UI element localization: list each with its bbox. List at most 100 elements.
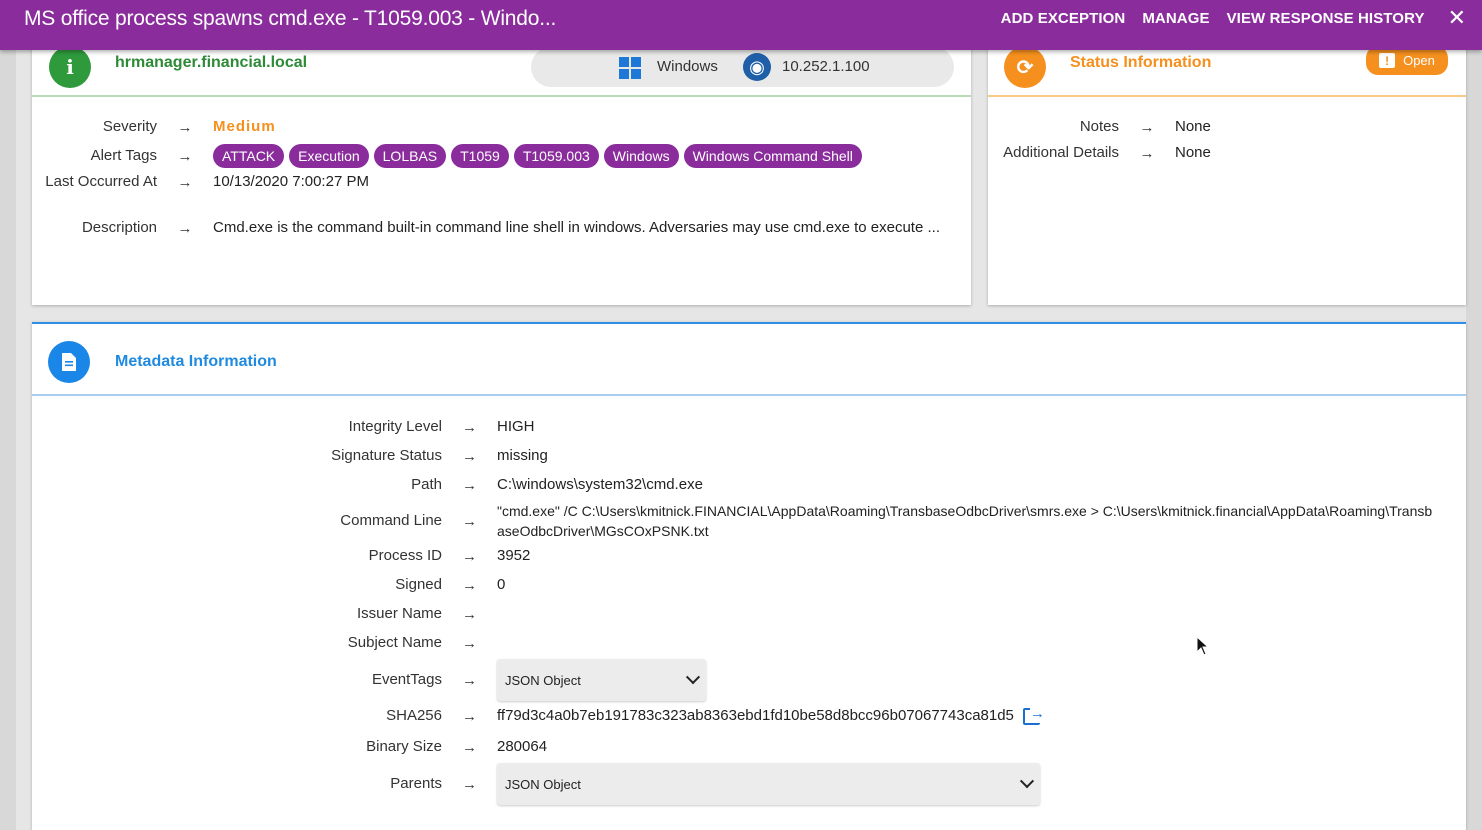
manage-button[interactable]: MANAGE (1142, 10, 1209, 27)
field-eventtags: EventTags → JSON Object (32, 659, 706, 701)
field-label: Signature Status (331, 447, 442, 464)
arrow-icon: → (462, 707, 477, 725)
process-id-value: 3952 (497, 547, 531, 564)
status-title: Status Information (1070, 54, 1212, 71)
arrow-icon: → (177, 118, 193, 136)
chevron-down-icon (1019, 774, 1035, 789)
open-external-icon[interactable] (1022, 704, 1045, 725)
metadata-title: Metadata Information (115, 353, 277, 370)
path-value: C:\windows\system32\cmd.exe (497, 476, 703, 493)
field-label: Command Line (340, 512, 442, 529)
status-badge[interactable]: ! Open (1366, 46, 1448, 75)
eventtags-select[interactable]: JSON Object (497, 659, 706, 701)
signed-value: 0 (497, 576, 506, 593)
field-label: EventTags (371, 671, 442, 688)
field-label: Issuer Name (356, 605, 442, 622)
field-description: Description → Cmd.exe is the command bui… (32, 218, 940, 238)
description-value: Cmd.exe is the command built-in command … (213, 219, 940, 236)
field-integrity-level: Integrity Level → HIGH (32, 417, 535, 437)
select-value: JSON Object (505, 776, 581, 792)
arrow-icon: → (1139, 144, 1155, 162)
field-label: Severity (102, 118, 157, 135)
status-card: ⟳ Status Information ! Open Notes → None… (988, 40, 1466, 305)
field-label: SHA256 (386, 707, 442, 724)
alert-header-bar: MS office process spawns cmd.exe - T1059… (0, 0, 1482, 50)
hostname: hrmanager.financial.local (115, 54, 308, 71)
field-last-occurred: Last Occurred At → 10/13/2020 7:00:27 PM (32, 172, 369, 192)
field-binary-size: Binary Size → 280064 (32, 737, 547, 757)
tag-chip[interactable]: ATTACK (213, 144, 285, 168)
document-icon (48, 341, 90, 383)
severity-value: Medium (213, 118, 276, 135)
alert-icon: ! (1379, 53, 1396, 68)
arrow-icon: → (462, 512, 477, 530)
field-label: Last Occurred At (45, 173, 157, 190)
field-label: Process ID (368, 547, 442, 564)
notes-value: None (1175, 118, 1211, 135)
globe-icon: ◉ (743, 53, 771, 81)
metadata-divider (32, 394, 1466, 396)
chevron-down-icon (685, 670, 701, 685)
host-divider (32, 95, 971, 97)
view-response-history-button[interactable]: VIEW RESPONSE HISTORY (1227, 10, 1425, 27)
tag-chip[interactable]: Windows Command Shell (683, 144, 862, 168)
add-exception-button[interactable]: ADD EXCEPTION (1001, 10, 1126, 27)
arrow-icon: → (1139, 118, 1155, 136)
arrow-icon: → (462, 738, 477, 756)
field-alert-tags: Alert Tags → ATTACK Execution LOLBAS T10… (32, 144, 862, 168)
arrow-icon: → (462, 418, 477, 436)
tag-chip[interactable]: T1059 (451, 144, 509, 168)
tag-chip[interactable]: T1059.003 (513, 144, 599, 168)
arrow-icon: → (177, 219, 193, 237)
field-label: Alert Tags (90, 147, 157, 164)
tag-chip[interactable]: LOLBAS (373, 144, 447, 168)
field-process-id: Process ID → 3952 (32, 546, 531, 566)
field-sha256: SHA256 → ff79d3c4a0b7eb191783c323ab8363e… (32, 704, 1045, 726)
arrow-icon: → (462, 547, 477, 565)
integrity-level-value: HIGH (497, 418, 535, 435)
field-path: Path → C:\windows\system32\cmd.exe (32, 475, 703, 495)
field-severity: Severity → Medium (32, 117, 276, 137)
status-badge-label: Open (1403, 53, 1435, 68)
arrow-icon: → (462, 775, 477, 793)
arrow-icon: → (177, 147, 193, 165)
select-value: JSON Object (505, 672, 581, 688)
field-notes: Notes → None (988, 117, 1211, 137)
left-gutter (0, 50, 16, 830)
field-signed: Signed → 0 (32, 575, 505, 595)
field-command-line: Command Line → "cmd.exe" /C C:\Users\kmi… (32, 501, 1437, 541)
os-label: Windows (657, 58, 718, 75)
command-line-value: "cmd.exe" /C C:\Users\kmitnick.FINANCIAL… (497, 503, 1433, 539)
field-label: Notes (1079, 118, 1119, 135)
field-label: Subject Name (347, 634, 442, 651)
mouse-cursor-icon (1196, 636, 1210, 656)
signature-status-value: missing (497, 447, 548, 464)
right-gutter (1466, 50, 1482, 830)
field-label: Path (411, 476, 442, 493)
refresh-icon: ⟳ (1004, 46, 1046, 88)
field-label: Additional Details (1003, 144, 1119, 161)
arrow-icon: → (462, 447, 477, 465)
tag-chip[interactable]: Windows (603, 144, 679, 168)
alert-title: MS office process spawns cmd.exe - T1059… (24, 7, 557, 30)
field-label: Integrity Level (348, 418, 442, 435)
field-label: Parents (390, 775, 442, 792)
field-label: Binary Size (366, 738, 442, 755)
arrow-icon: → (462, 634, 477, 652)
field-label: Signed (395, 576, 442, 593)
metadata-card: Metadata Information Integrity Level → H… (32, 322, 1466, 830)
host-os-pill: Windows ◉ 10.252.1.100 (531, 47, 954, 87)
last-occurred-value: 10/13/2020 7:00:27 PM (213, 173, 369, 190)
arrow-icon: → (462, 671, 477, 689)
tag-chip[interactable]: Execution (289, 144, 369, 168)
parents-select[interactable]: JSON Object (497, 763, 1040, 805)
arrow-icon: → (462, 576, 477, 594)
info-icon: i (49, 46, 91, 88)
field-subject-name: Subject Name → (32, 633, 497, 653)
field-parents: Parents → JSON Object (32, 763, 1040, 805)
arrow-icon: → (177, 173, 193, 191)
sha256-value: ff79d3c4a0b7eb191783c323ab8363ebd1fd10be… (497, 707, 1014, 724)
alert-tags: ATTACK Execution LOLBAS T1059 T1059.003 … (213, 144, 862, 168)
binary-size-value: 280064 (497, 738, 548, 755)
close-icon[interactable]: ✕ (1448, 5, 1466, 31)
